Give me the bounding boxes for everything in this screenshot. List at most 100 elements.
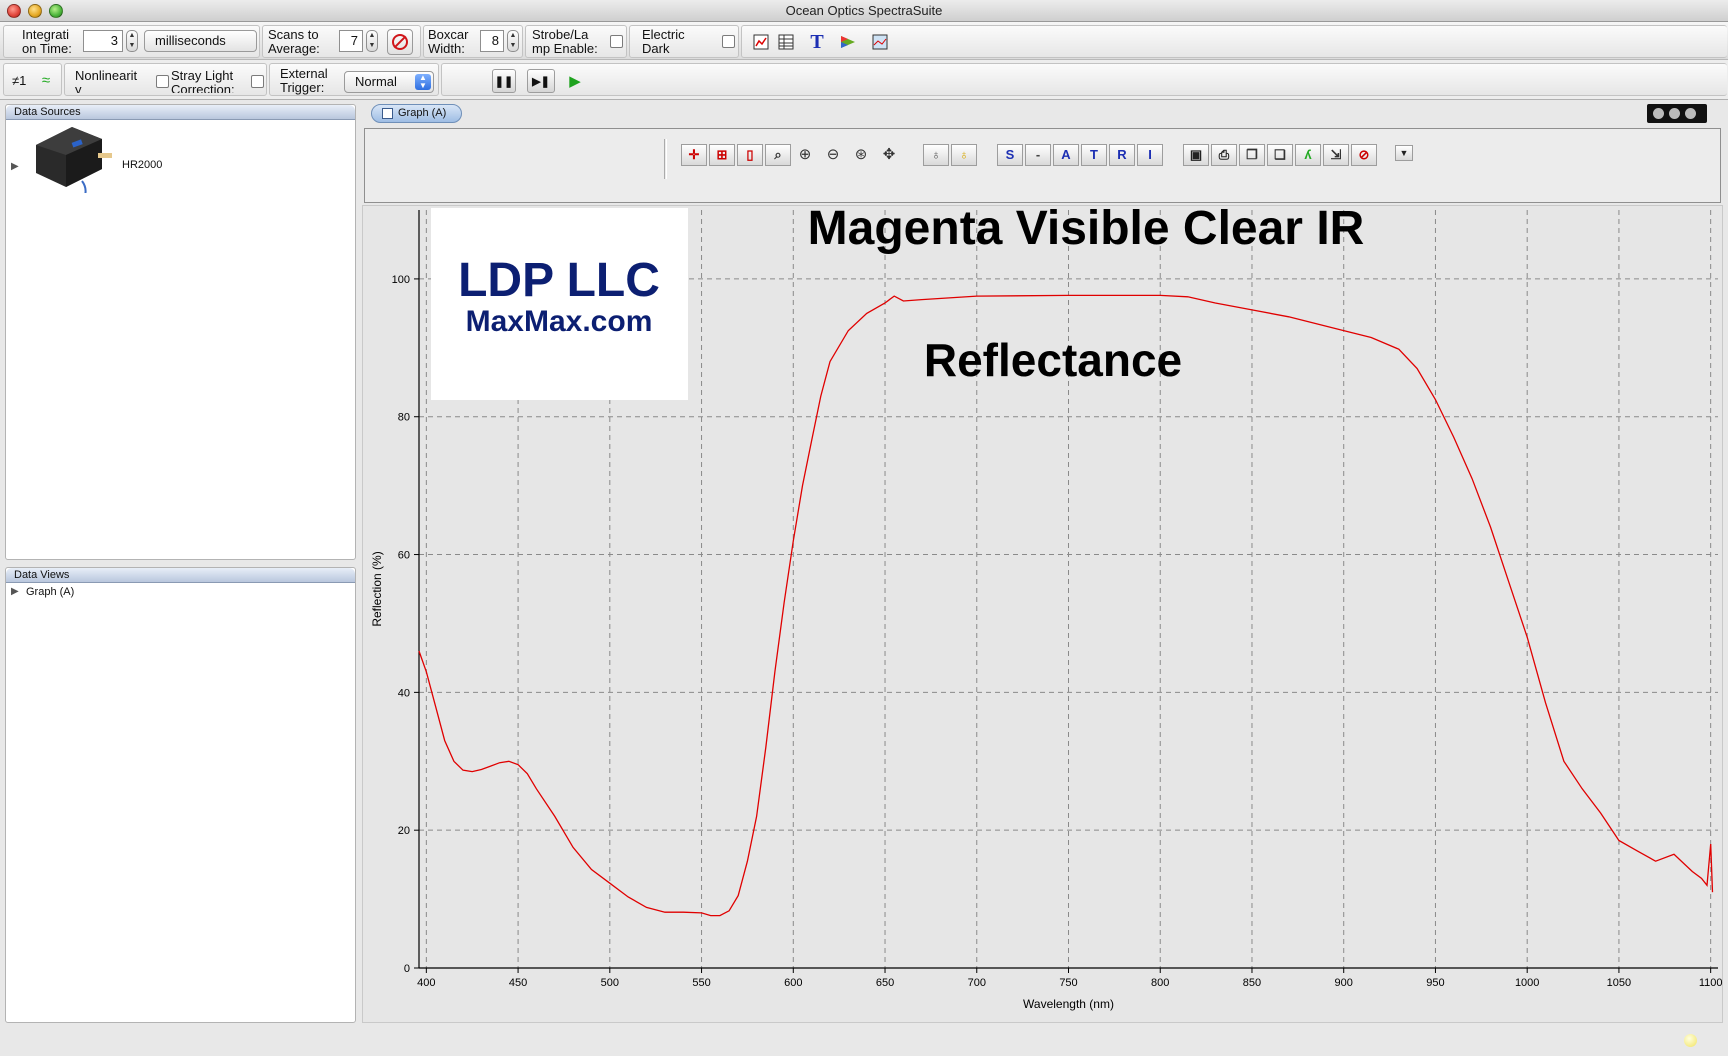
stop-icon[interactable] xyxy=(387,29,413,55)
scans-average-label: Scans to Average: xyxy=(268,28,320,56)
copy-icon[interactable]: ❐ xyxy=(1239,144,1265,166)
reflectance-chart[interactable]: 400 450 500 550 600 650 700 750 800 850 900 950 1000… xyxy=(363,202,1724,1024)
stray-light-label: Stray Light Correction: xyxy=(171,69,235,93)
toolbar-grip[interactable] xyxy=(664,139,667,179)
data-sources-panel: Data Sources ▶ HR2000 xyxy=(5,104,356,560)
transmission-mode-button[interactable]: T xyxy=(1081,144,1107,166)
text-view-icon[interactable]: T xyxy=(805,30,829,54)
strobe-lamp-group: Strobe/La mp Enable: xyxy=(525,25,627,58)
data-views-panel: Data Views ▶ Graph (A) xyxy=(5,567,356,1023)
strobe-lamp-checkbox[interactable] xyxy=(610,35,623,48)
delete-icon[interactable]: ⊘ xyxy=(1351,144,1377,166)
y-tick-label: 40 xyxy=(398,687,410,699)
time-units-select[interactable]: milliseconds xyxy=(144,30,257,52)
pause-icon[interactable]: ❚❚ xyxy=(492,69,516,93)
zoom-in-icon[interactable]: ⊕ xyxy=(793,144,817,166)
external-trigger-select[interactable]: Normal ▲ ▼ xyxy=(344,71,434,93)
nonlinearity-group: Nonlinearit y Stray Light Correction: xyxy=(64,63,267,96)
expand-arrow-icon[interactable]: ▶ xyxy=(11,586,19,597)
spectrum-wave-icon[interactable]: ≈ xyxy=(34,68,58,92)
overlay-icon[interactable]: ❏ xyxy=(1267,144,1293,166)
bulb-on-icon[interactable]: ♁ xyxy=(951,144,977,166)
external-trigger-group: External Trigger: Normal ▲ ▼ xyxy=(269,63,439,96)
cursor-icon[interactable]: ✛ xyxy=(681,144,707,166)
print-icon[interactable]: ⎙ xyxy=(1211,144,1237,166)
x-tick-label: 850 xyxy=(1243,977,1261,989)
y-axis-label: Reflection (%) xyxy=(370,551,384,626)
scans-average-input[interactable]: 7 xyxy=(339,30,363,52)
circle-control-icon[interactable] xyxy=(1669,108,1680,119)
bulb-off-icon[interactable]: ♁ xyxy=(923,144,949,166)
window-control-cluster[interactable] xyxy=(1647,104,1707,123)
integration-time-label: Integrati on Time: xyxy=(22,28,72,56)
electric-dark-label: Electric Dark xyxy=(642,28,685,56)
table-view-icon[interactable] xyxy=(774,30,798,54)
chevron-down-icon[interactable]: ▼ xyxy=(1395,145,1413,161)
zoom-out-icon[interactable]: ⊖ xyxy=(821,144,845,166)
electric-dark-checkbox[interactable] xyxy=(722,35,735,48)
graph-view-icon[interactable] xyxy=(749,30,773,54)
scope-mode-button[interactable]: S xyxy=(997,144,1023,166)
expand-arrow-icon[interactable]: ▶ xyxy=(11,161,19,172)
spectrum-icon[interactable]: ʎ xyxy=(1295,144,1321,166)
zoom-fit-icon[interactable]: ⊛ xyxy=(849,144,873,166)
y-zoom-icon[interactable]: ▯ xyxy=(737,144,763,166)
irradiance-mode-button[interactable]: I xyxy=(1137,144,1163,166)
boxcar-width-input[interactable]: 8 xyxy=(480,30,504,52)
logo-line-2: MaxMax.com xyxy=(466,305,653,338)
absorbance-mode-button[interactable]: A xyxy=(1053,144,1079,166)
dark-mode-button[interactable]: - xyxy=(1025,144,1051,166)
view-tools-group: T xyxy=(741,25,1727,58)
x-tick-label: 1100 xyxy=(1699,977,1723,989)
step-icon[interactable]: ▶❚ xyxy=(527,69,555,93)
boxcar-width-stepper[interactable]: ▲ ▼ xyxy=(507,30,519,52)
device-select-group: ≠1 ≈ xyxy=(3,63,62,96)
circle-control-icon[interactable] xyxy=(1685,108,1696,119)
data-views-header: Data Views xyxy=(6,568,355,583)
grid-zoom-icon[interactable]: ⊞ xyxy=(709,144,735,166)
y-tick-label: 80 xyxy=(398,412,410,424)
x-axis-label: Wavelength (nm) xyxy=(1023,997,1114,1011)
device-index-label: ≠1 xyxy=(12,74,27,88)
image-view-icon[interactable] xyxy=(868,30,892,54)
graph-tab-icon xyxy=(382,108,393,119)
save-icon[interactable]: ▣ xyxy=(1183,144,1209,166)
boxcar-width-label: Boxcar Width: xyxy=(428,28,469,56)
x-tick-label: 950 xyxy=(1426,977,1444,989)
device-name-label[interactable]: HR2000 xyxy=(122,159,162,171)
export-icon[interactable]: ⇲ xyxy=(1323,144,1349,166)
reflectance-mode-button[interactable]: R xyxy=(1109,144,1135,166)
graph-tab[interactable]: Graph (A) xyxy=(371,104,462,123)
spectrometer-device-icon xyxy=(36,127,112,193)
logo-line-1: LDP LLC xyxy=(458,254,660,307)
close-window-icon[interactable] xyxy=(7,4,21,18)
x-tick-label: 450 xyxy=(509,977,527,989)
minimize-window-icon[interactable] xyxy=(28,4,42,18)
color-view-icon[interactable] xyxy=(836,30,860,54)
x-tick-label: 550 xyxy=(692,977,710,989)
window-title-bar: Ocean Optics SpectraSuite xyxy=(0,0,1728,22)
stray-light-checkbox[interactable] xyxy=(251,75,264,88)
plot-area[interactable]: 400 450 500 550 600 650 700 750 800 850 900 950 1000… xyxy=(362,202,1724,1024)
x-tick-label: 900 xyxy=(1335,977,1353,989)
x-tick-label: 600 xyxy=(784,977,802,989)
nonlinearity-checkbox[interactable] xyxy=(156,75,169,88)
scans-average-stepper[interactable]: ▲ ▼ xyxy=(366,30,378,52)
x-tick-label: 400 xyxy=(417,977,435,989)
external-trigger-label: External Trigger: xyxy=(280,67,328,95)
data-sources-header: Data Sources xyxy=(6,105,355,120)
zoom-box-icon[interactable]: ⌕ xyxy=(765,144,791,166)
x-tick-label: 650 xyxy=(876,977,894,989)
integration-time-stepper[interactable]: ▲ ▼ xyxy=(126,30,138,52)
processing-toolbar: ≠1 ≈ Nonlinearit y Stray Light Correction:… xyxy=(0,60,1728,100)
annotation-title: Magenta Visible Clear IR xyxy=(808,206,1365,255)
graph-view-item[interactable]: Graph (A) xyxy=(26,586,74,598)
circle-control-icon[interactable] xyxy=(1653,108,1664,119)
zoom-window-icon[interactable] xyxy=(49,4,63,18)
strobe-lamp-label: Strobe/La mp Enable: xyxy=(532,28,598,56)
scans-average-group: Scans to Average: 7 ▲ ▼ xyxy=(262,25,421,58)
play-icon[interactable]: ▶ xyxy=(563,69,587,93)
pan-icon[interactable]: ✥ xyxy=(877,144,901,166)
integration-time-input[interactable]: 3 xyxy=(83,30,123,52)
acquisition-toolbar: Integrati on Time: 3 ▲ ▼ milliseconds Scan… xyxy=(0,22,1728,60)
